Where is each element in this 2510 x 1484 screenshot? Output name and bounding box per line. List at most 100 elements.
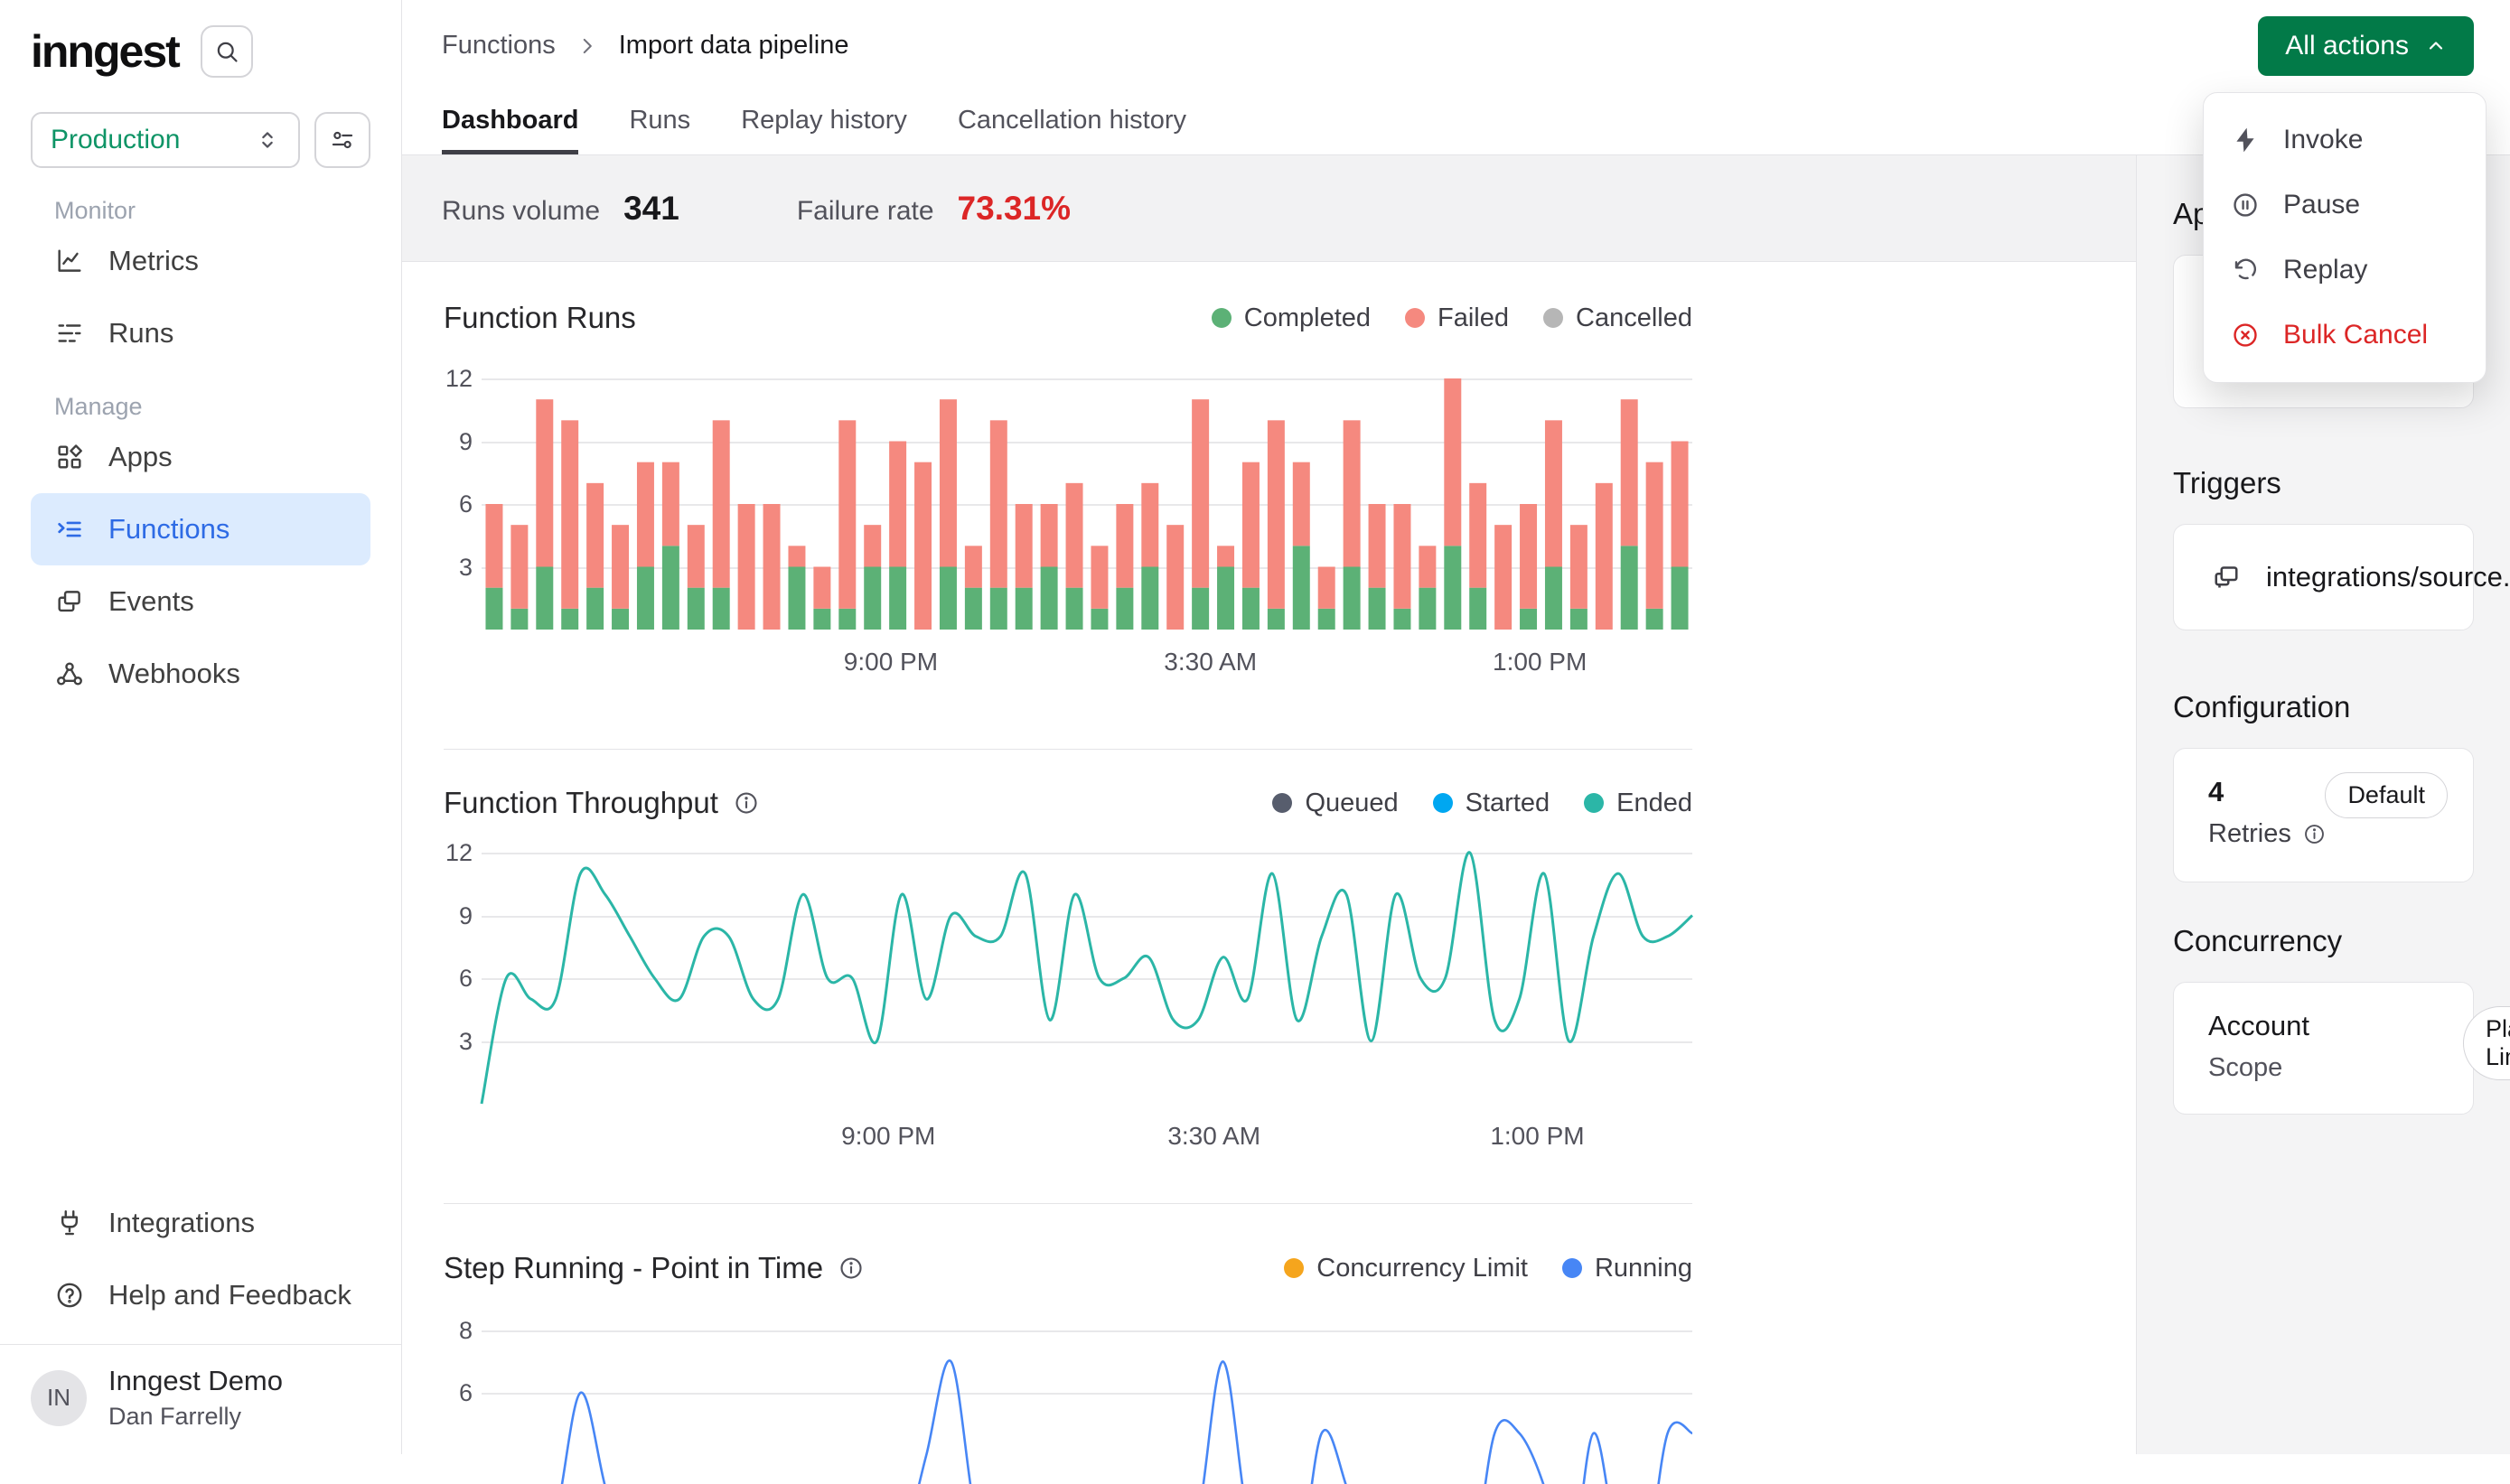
legend-label: Completed bbox=[1244, 303, 1371, 333]
x-tick-label: 9:00 PM bbox=[841, 1122, 935, 1151]
sidebar-item-metrics[interactable]: Metrics bbox=[31, 225, 370, 297]
chart-title: Step Running - Point in Time bbox=[444, 1251, 823, 1285]
logo-row: inngest bbox=[31, 25, 370, 78]
legend-dot-icon bbox=[1405, 308, 1425, 328]
legend-dot-icon bbox=[1433, 793, 1453, 813]
y-tick-label: 6 bbox=[433, 490, 473, 518]
chevron-updown-icon bbox=[255, 127, 280, 153]
legend-label: Concurrency Limit bbox=[1316, 1254, 1528, 1283]
nav-section-manage: Manage bbox=[31, 393, 370, 421]
sidebar-item-webhooks[interactable]: Webhooks bbox=[31, 638, 370, 710]
search-button[interactable] bbox=[201, 25, 253, 78]
sidebar-item-label: Functions bbox=[108, 513, 229, 546]
concurrency-heading: Concurrency bbox=[2173, 924, 2474, 958]
failure-rate-value: 73.31% bbox=[958, 190, 1072, 228]
y-tick-label: 12 bbox=[433, 839, 473, 867]
legend-item: Started bbox=[1433, 789, 1550, 818]
menu-item-pause[interactable]: Pause bbox=[2204, 173, 2486, 238]
search-icon bbox=[213, 38, 240, 65]
legend-label: Started bbox=[1466, 789, 1550, 818]
failure-rate-label: Failure rate bbox=[797, 196, 934, 227]
all-actions-button[interactable]: All actions bbox=[2258, 16, 2474, 76]
environment-select[interactable]: Production bbox=[31, 112, 300, 168]
help-circle-icon bbox=[54, 1280, 85, 1311]
page-header: Functions Import data pipeline Dashboard… bbox=[402, 0, 2510, 155]
tab-dashboard[interactable]: Dashboard bbox=[442, 106, 578, 154]
user-name: Inngest Demo bbox=[108, 1365, 283, 1397]
webhook-icon bbox=[54, 658, 85, 689]
menu-item-invoke[interactable]: Invoke bbox=[2204, 107, 2486, 173]
runs-volume-label: Runs volume bbox=[442, 196, 600, 227]
info-icon[interactable] bbox=[733, 789, 760, 817]
function-runs-plot: 12963 bbox=[482, 378, 1692, 630]
runs-list-icon bbox=[54, 318, 85, 349]
info-icon[interactable] bbox=[2302, 822, 2327, 846]
user-profile[interactable]: IN Inngest Demo Dan Farrelly bbox=[31, 1345, 370, 1454]
breadcrumb-functions[interactable]: Functions bbox=[442, 31, 556, 61]
sidebar-item-label: Integrations bbox=[108, 1207, 255, 1239]
legend-dot-icon bbox=[1562, 1258, 1582, 1278]
y-tick-label: 3 bbox=[433, 1028, 473, 1056]
metrics-icon bbox=[54, 246, 85, 276]
plan-limit-badge: Plan Limit bbox=[2463, 1006, 2510, 1080]
function-throughput-section: Function Throughput Queued Started Ended 1… bbox=[444, 750, 1692, 1204]
functions-icon bbox=[54, 514, 85, 545]
y-tick-label: 8 bbox=[433, 1317, 473, 1345]
trigger-event-name: integrations/source.connected bbox=[2266, 561, 2510, 593]
tab-cancellation-history[interactable]: Cancellation history bbox=[958, 106, 1186, 154]
all-actions: All actions Invoke Pause bbox=[2258, 16, 2474, 76]
pause-circle-icon bbox=[2231, 191, 2260, 219]
events-copy-icon bbox=[54, 586, 85, 617]
environment-name: Production bbox=[51, 125, 180, 155]
legend-label: Cancelled bbox=[1576, 303, 1692, 333]
environment-settings-button[interactable] bbox=[314, 112, 370, 168]
charts-column: Function Runs CompletedFailedCancelled 1… bbox=[402, 263, 1734, 1454]
sidebar-item-apps[interactable]: Apps bbox=[31, 421, 370, 493]
sidebar-item-events[interactable]: Events bbox=[31, 565, 370, 638]
legend-dot-icon bbox=[1543, 308, 1563, 328]
menu-item-replay[interactable]: Replay bbox=[2204, 238, 2486, 303]
sidebar-item-help[interactable]: Help and Feedback bbox=[31, 1259, 370, 1331]
menu-item-label: Bulk Cancel bbox=[2283, 320, 2428, 350]
menu-item-label: Replay bbox=[2283, 255, 2367, 285]
x-tick-label: 1:00 PM bbox=[1490, 1122, 1584, 1151]
runs-volume-value: 341 bbox=[623, 190, 679, 228]
chart-title: Function Throughput bbox=[444, 786, 718, 820]
sidebar-item-label: Events bbox=[108, 585, 194, 618]
y-tick-label: 9 bbox=[433, 428, 473, 456]
x-circle-icon bbox=[2231, 321, 2260, 350]
y-tick-label: 6 bbox=[433, 965, 473, 993]
event-copy-icon bbox=[2210, 561, 2243, 593]
menu-item-bulk-cancel[interactable]: Bulk Cancel bbox=[2204, 303, 2486, 368]
sidebar-item-integrations[interactable]: Integrations bbox=[31, 1187, 370, 1259]
main-area: Functions Import data pipeline Dashboard… bbox=[402, 0, 2510, 1454]
tab-bar: Dashboard Runs Replay history Cancellati… bbox=[442, 106, 1186, 154]
chevron-right-icon bbox=[576, 34, 599, 58]
legend-item: Cancelled bbox=[1543, 303, 1692, 333]
sidebar-item-functions[interactable]: Functions bbox=[31, 493, 370, 565]
step-running-plot: 86 bbox=[482, 1330, 1692, 1484]
info-icon[interactable] bbox=[838, 1255, 865, 1282]
retries-label: Retries bbox=[2208, 819, 2291, 849]
legend-item: Completed bbox=[1212, 303, 1371, 333]
sidebar-item-label: Help and Feedback bbox=[108, 1279, 351, 1311]
tab-runs[interactable]: Runs bbox=[629, 106, 690, 154]
legend-item: Ended bbox=[1584, 789, 1692, 818]
user-subtitle: Dan Farrelly bbox=[108, 1403, 283, 1431]
legend-label: Failed bbox=[1438, 303, 1509, 333]
legend-item: Concurrency Limit bbox=[1284, 1254, 1528, 1283]
sidebar-item-label: Runs bbox=[108, 317, 173, 350]
concurrency-scope-label: Scope bbox=[2208, 1053, 2463, 1083]
chart-header: Step Running - Point in Time Concurrency… bbox=[444, 1247, 1692, 1289]
legend-item: Running bbox=[1562, 1254, 1692, 1283]
failure-rate-stat: Failure rate 73.31% bbox=[797, 190, 1071, 228]
legend-label: Queued bbox=[1305, 789, 1398, 818]
tab-replay-history[interactable]: Replay history bbox=[741, 106, 907, 154]
sidebar-item-runs[interactable]: Runs bbox=[31, 297, 370, 369]
bolt-icon bbox=[2231, 126, 2260, 154]
breadcrumb-current: Import data pipeline bbox=[619, 31, 849, 61]
legend-label: Running bbox=[1595, 1254, 1692, 1283]
trigger-card[interactable]: integrations/source.connected bbox=[2173, 524, 2474, 630]
all-actions-menu: Invoke Pause Replay Bulk Cancel bbox=[2203, 92, 2487, 383]
chart-legend: Completed Failed Cancelled bbox=[1212, 303, 1692, 333]
